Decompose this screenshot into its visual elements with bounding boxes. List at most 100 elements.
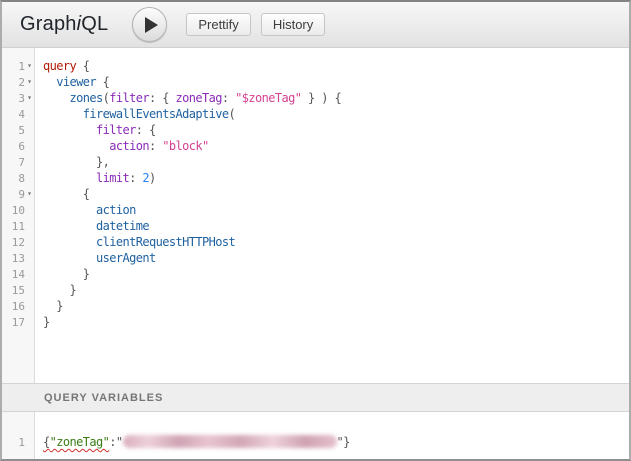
code-line[interactable]: clientRequestHTTPHost bbox=[43, 234, 629, 250]
code-token bbox=[43, 107, 83, 121]
code-token: datetime bbox=[96, 219, 149, 233]
code-token: "zoneTag" bbox=[50, 435, 110, 449]
variables-editor[interactable]: 1 {"zoneTag":" "} bbox=[2, 412, 629, 459]
code-token: { bbox=[83, 187, 90, 201]
code-line[interactable]: } bbox=[43, 282, 629, 298]
code-token bbox=[43, 267, 83, 281]
line-number-gutter: 1▾2▾3▾456789▾1011121314151617 bbox=[2, 48, 35, 383]
history-button[interactable]: History bbox=[261, 13, 325, 36]
code-token: : bbox=[129, 171, 142, 185]
line-number: 6 bbox=[2, 138, 34, 154]
code-line[interactable]: firewallEventsAdaptive( bbox=[43, 106, 629, 122]
code-token: limit bbox=[96, 171, 129, 185]
code-token bbox=[43, 91, 70, 105]
code-token: userAgent bbox=[96, 251, 156, 265]
code-token: } bbox=[56, 299, 63, 313]
code-token: { bbox=[76, 59, 89, 73]
code-line[interactable]: } bbox=[43, 298, 629, 314]
code-token bbox=[43, 171, 96, 185]
code-token bbox=[43, 203, 96, 217]
code-token: filter bbox=[96, 123, 136, 137]
code-line[interactable]: } bbox=[43, 266, 629, 282]
code-token: 2 bbox=[142, 171, 149, 185]
query-editor[interactable]: 1▾2▾3▾456789▾1011121314151617 query { vi… bbox=[2, 48, 629, 383]
query-variables-header[interactable]: QUERY VARIABLES bbox=[2, 383, 629, 412]
code-token bbox=[43, 219, 96, 233]
logo-text-ql: QL bbox=[81, 13, 108, 35]
play-icon bbox=[145, 17, 158, 33]
line-number: 11 bbox=[2, 218, 34, 234]
prettify-button[interactable]: Prettify bbox=[186, 13, 250, 36]
line-number: 4 bbox=[2, 106, 34, 122]
code-line[interactable]: }, bbox=[43, 154, 629, 170]
line-number: 17 bbox=[2, 314, 34, 330]
code-line[interactable]: {"zoneTag":" "} bbox=[43, 434, 629, 450]
code-token: } bbox=[83, 267, 90, 281]
code-token: ) bbox=[149, 171, 156, 185]
code-token: action bbox=[109, 139, 149, 153]
topbar: GraphiQL Prettify History bbox=[2, 2, 629, 48]
line-number: 5 bbox=[2, 122, 34, 138]
code-token: : { bbox=[136, 123, 156, 137]
code-line[interactable]: limit: 2) bbox=[43, 170, 629, 186]
code-token: viewer bbox=[56, 75, 96, 89]
code-token: ( bbox=[229, 107, 236, 121]
fold-toggle-icon[interactable]: ▾ bbox=[25, 186, 34, 202]
code-line[interactable]: filter: { bbox=[43, 122, 629, 138]
code-token: : bbox=[109, 435, 116, 449]
line-number: 10 bbox=[2, 202, 34, 218]
line-number: 2▾ bbox=[2, 74, 34, 90]
code-line[interactable]: query { bbox=[43, 58, 629, 74]
code-token: : bbox=[222, 91, 235, 105]
code-token: firewallEventsAdaptive bbox=[83, 107, 229, 121]
code-line[interactable]: datetime bbox=[43, 218, 629, 234]
code-token: } ) { bbox=[301, 91, 341, 105]
code-token: "$zoneTag" bbox=[235, 91, 301, 105]
line-number: 9▾ bbox=[2, 186, 34, 202]
line-number: 3▾ bbox=[2, 90, 34, 106]
code-line[interactable]: action: "block" bbox=[43, 138, 629, 154]
code-token: } bbox=[43, 315, 50, 329]
line-number: 7 bbox=[2, 154, 34, 170]
fold-toggle-icon[interactable]: ▾ bbox=[25, 74, 34, 90]
line-number: 15 bbox=[2, 282, 34, 298]
code-token bbox=[43, 123, 96, 137]
graphiql-window: GraphiQL Prettify History 1▾2▾3▾456789▾1… bbox=[0, 0, 631, 461]
line-number: 13 bbox=[2, 250, 34, 266]
line-number: 12 bbox=[2, 234, 34, 250]
line-number: 14 bbox=[2, 266, 34, 282]
vars-code-area[interactable]: {"zoneTag":" "} bbox=[35, 412, 629, 459]
line-number: 16 bbox=[2, 298, 34, 314]
code-token bbox=[43, 235, 96, 249]
logo-text: Graph bbox=[20, 13, 77, 35]
code-line[interactable]: viewer { bbox=[43, 74, 629, 90]
code-token: { bbox=[43, 435, 50, 449]
code-token bbox=[43, 75, 56, 89]
code-token bbox=[43, 155, 96, 169]
graphiql-logo: GraphiQL bbox=[20, 13, 108, 36]
code-token bbox=[43, 283, 70, 297]
code-token: zones bbox=[70, 91, 103, 105]
execute-query-button[interactable] bbox=[132, 7, 167, 42]
code-token: query bbox=[43, 59, 76, 73]
vars-line-number-gutter: 1 bbox=[2, 412, 35, 459]
code-line[interactable]: zones(filter: { zoneTag: "$zoneTag" } ) … bbox=[43, 90, 629, 106]
code-token bbox=[43, 251, 96, 265]
line-number: 1▾ bbox=[2, 58, 34, 74]
fold-toggle-icon[interactable]: ▾ bbox=[25, 90, 34, 106]
code-line[interactable]: action bbox=[43, 202, 629, 218]
code-token bbox=[43, 299, 56, 313]
code-token: filter bbox=[109, 91, 149, 105]
code-token: action bbox=[96, 203, 136, 217]
code-token: "block" bbox=[162, 139, 208, 153]
fold-toggle-icon[interactable]: ▾ bbox=[25, 58, 34, 74]
query-code-area[interactable]: query { viewer { zones(filter: { zoneTag… bbox=[35, 48, 629, 383]
code-line[interactable]: userAgent bbox=[43, 250, 629, 266]
code-token: "} bbox=[337, 435, 350, 449]
query-variables-title: QUERY VARIABLES bbox=[44, 392, 163, 404]
code-token bbox=[43, 139, 109, 153]
code-token: " bbox=[116, 435, 123, 449]
code-line[interactable]: } bbox=[43, 314, 629, 330]
code-line[interactable]: { bbox=[43, 186, 629, 202]
code-token: clientRequestHTTPHost bbox=[96, 235, 235, 249]
